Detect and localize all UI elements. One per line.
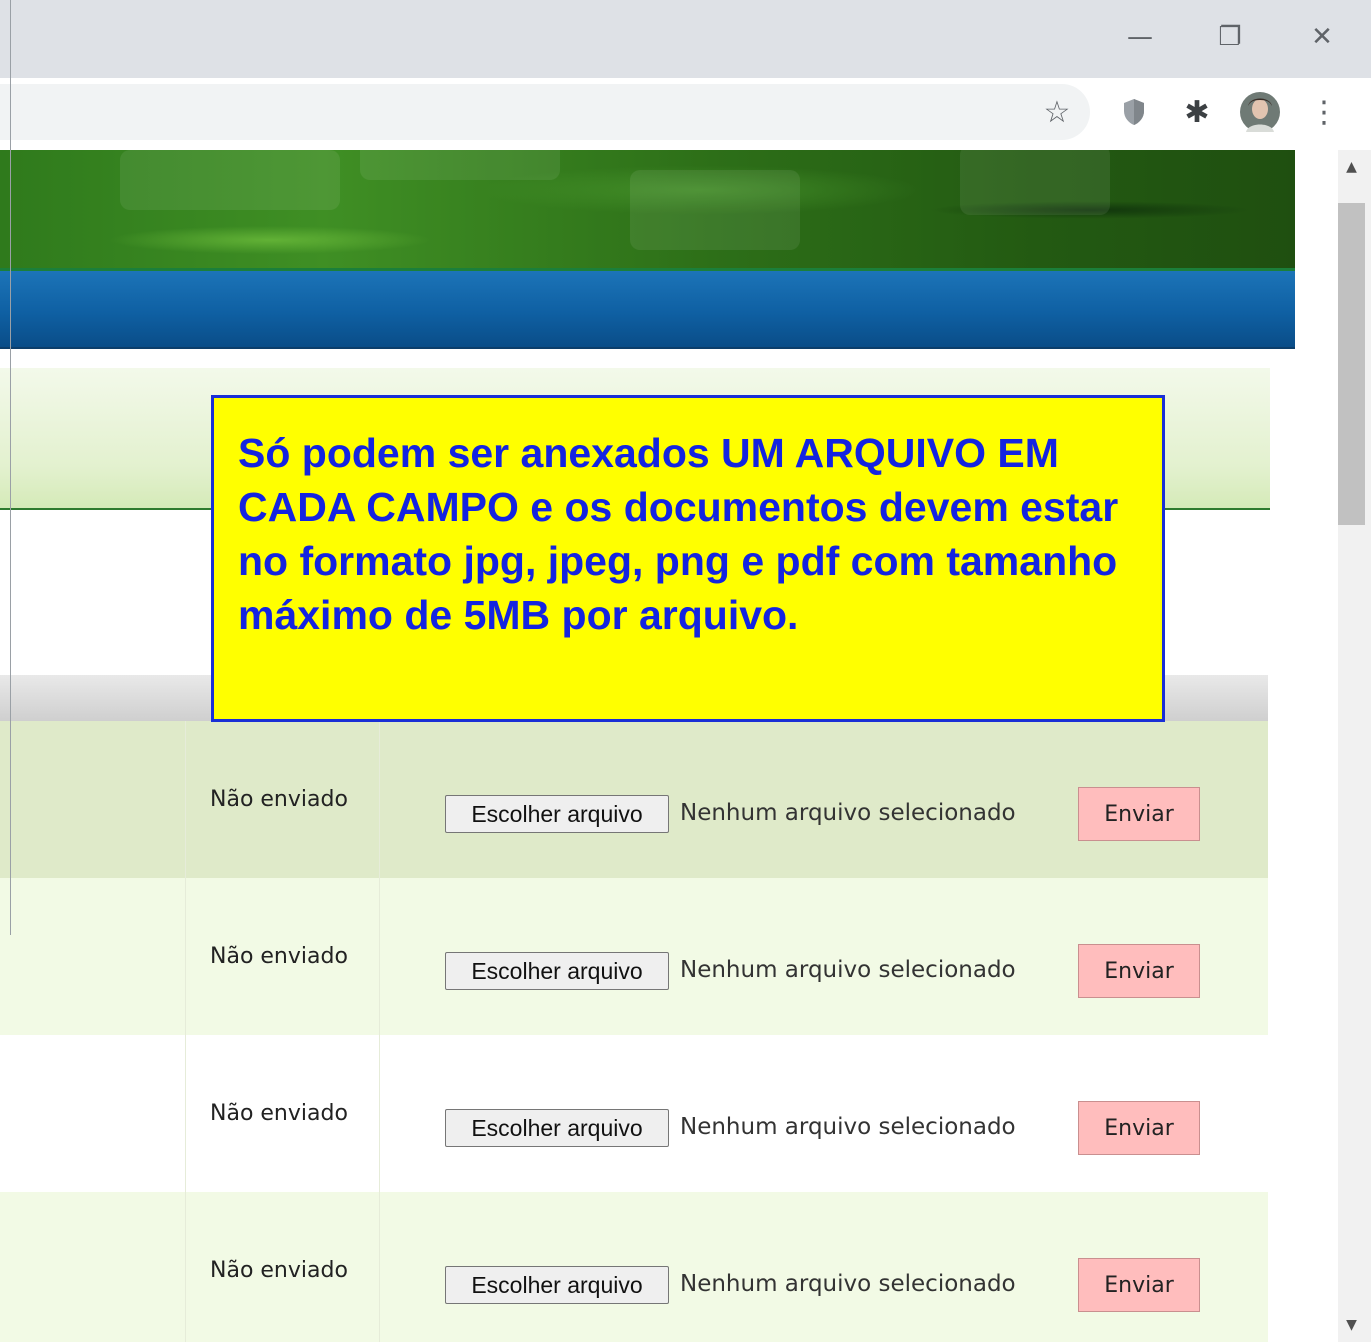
site-navbar — [0, 268, 1295, 349]
table-row: Não enviado Escolher arquivo Nenhum arqu… — [0, 1035, 1268, 1192]
kebab-menu-icon[interactable]: ⋮ — [1302, 90, 1346, 134]
restore-button[interactable]: ❐ — [1200, 14, 1260, 60]
file-status-text: Nenhum arquivo selecionado — [680, 957, 1016, 983]
file-status-text: Nenhum arquivo selecionado — [680, 1271, 1016, 1297]
row-status-cell: Não enviado — [185, 878, 380, 1035]
upload-notice-callout: Só podem ser anexados UM ARQUIVO EM CADA… — [211, 395, 1165, 722]
row-status-cell: Não enviado — [185, 721, 380, 878]
page-viewport: Não enviado Escolher arquivo Nenhum arqu… — [0, 150, 1295, 1342]
file-status-text: Nenhum arquivo selecionado — [680, 1114, 1016, 1140]
status-text: Não enviado — [210, 944, 348, 969]
choose-file-button[interactable]: Escolher arquivo — [445, 795, 669, 833]
table-row: Não enviado Escolher arquivo Nenhum arqu… — [0, 721, 1268, 878]
table-row: Não enviado Escolher arquivo Nenhum arqu… — [0, 1192, 1268, 1342]
row-status-cell: Não enviado — [185, 1192, 380, 1342]
row-label-cell — [0, 878, 186, 1035]
row-label-cell — [0, 1192, 186, 1342]
scroll-up-icon[interactable]: ▲ — [1338, 152, 1365, 182]
row-label-cell — [0, 1035, 186, 1192]
star-icon[interactable]: ☆ — [1035, 90, 1079, 134]
page-right-margin — [1295, 150, 1338, 1342]
minimize-button[interactable]: — — [1110, 14, 1170, 60]
send-button[interactable]: Enviar — [1078, 787, 1200, 841]
shield-icon[interactable] — [1112, 90, 1156, 134]
upload-notice-text: Só podem ser anexados UM ARQUIVO EM CADA… — [238, 430, 1119, 638]
choose-file-button[interactable]: Escolher arquivo — [445, 1266, 669, 1304]
scrollbar-thumb[interactable] — [1338, 203, 1365, 525]
status-text: Não enviado — [210, 1258, 348, 1283]
choose-file-button[interactable]: Escolher arquivo — [445, 952, 669, 990]
avatar[interactable] — [1238, 90, 1282, 134]
table-row: Não enviado Escolher arquivo Nenhum arqu… — [0, 878, 1268, 1035]
popup-window-edge — [0, 0, 11, 935]
row-label-cell — [0, 721, 186, 878]
site-banner — [0, 150, 1295, 268]
row-status-cell: Não enviado — [185, 1035, 380, 1192]
scroll-down-icon[interactable]: ▼ — [1338, 1310, 1365, 1340]
choose-file-button[interactable]: Escolher arquivo — [445, 1109, 669, 1147]
close-button[interactable]: ✕ — [1292, 14, 1352, 60]
address-bar[interactable] — [0, 84, 1090, 140]
file-status-text: Nenhum arquivo selecionado — [680, 800, 1016, 826]
send-button[interactable]: Enviar — [1078, 1101, 1200, 1155]
send-button[interactable]: Enviar — [1078, 944, 1200, 998]
status-text: Não enviado — [210, 1101, 348, 1126]
puzzle-icon[interactable]: ✱ — [1175, 90, 1219, 134]
send-button[interactable]: Enviar — [1078, 1258, 1200, 1312]
status-text: Não enviado — [210, 787, 348, 812]
